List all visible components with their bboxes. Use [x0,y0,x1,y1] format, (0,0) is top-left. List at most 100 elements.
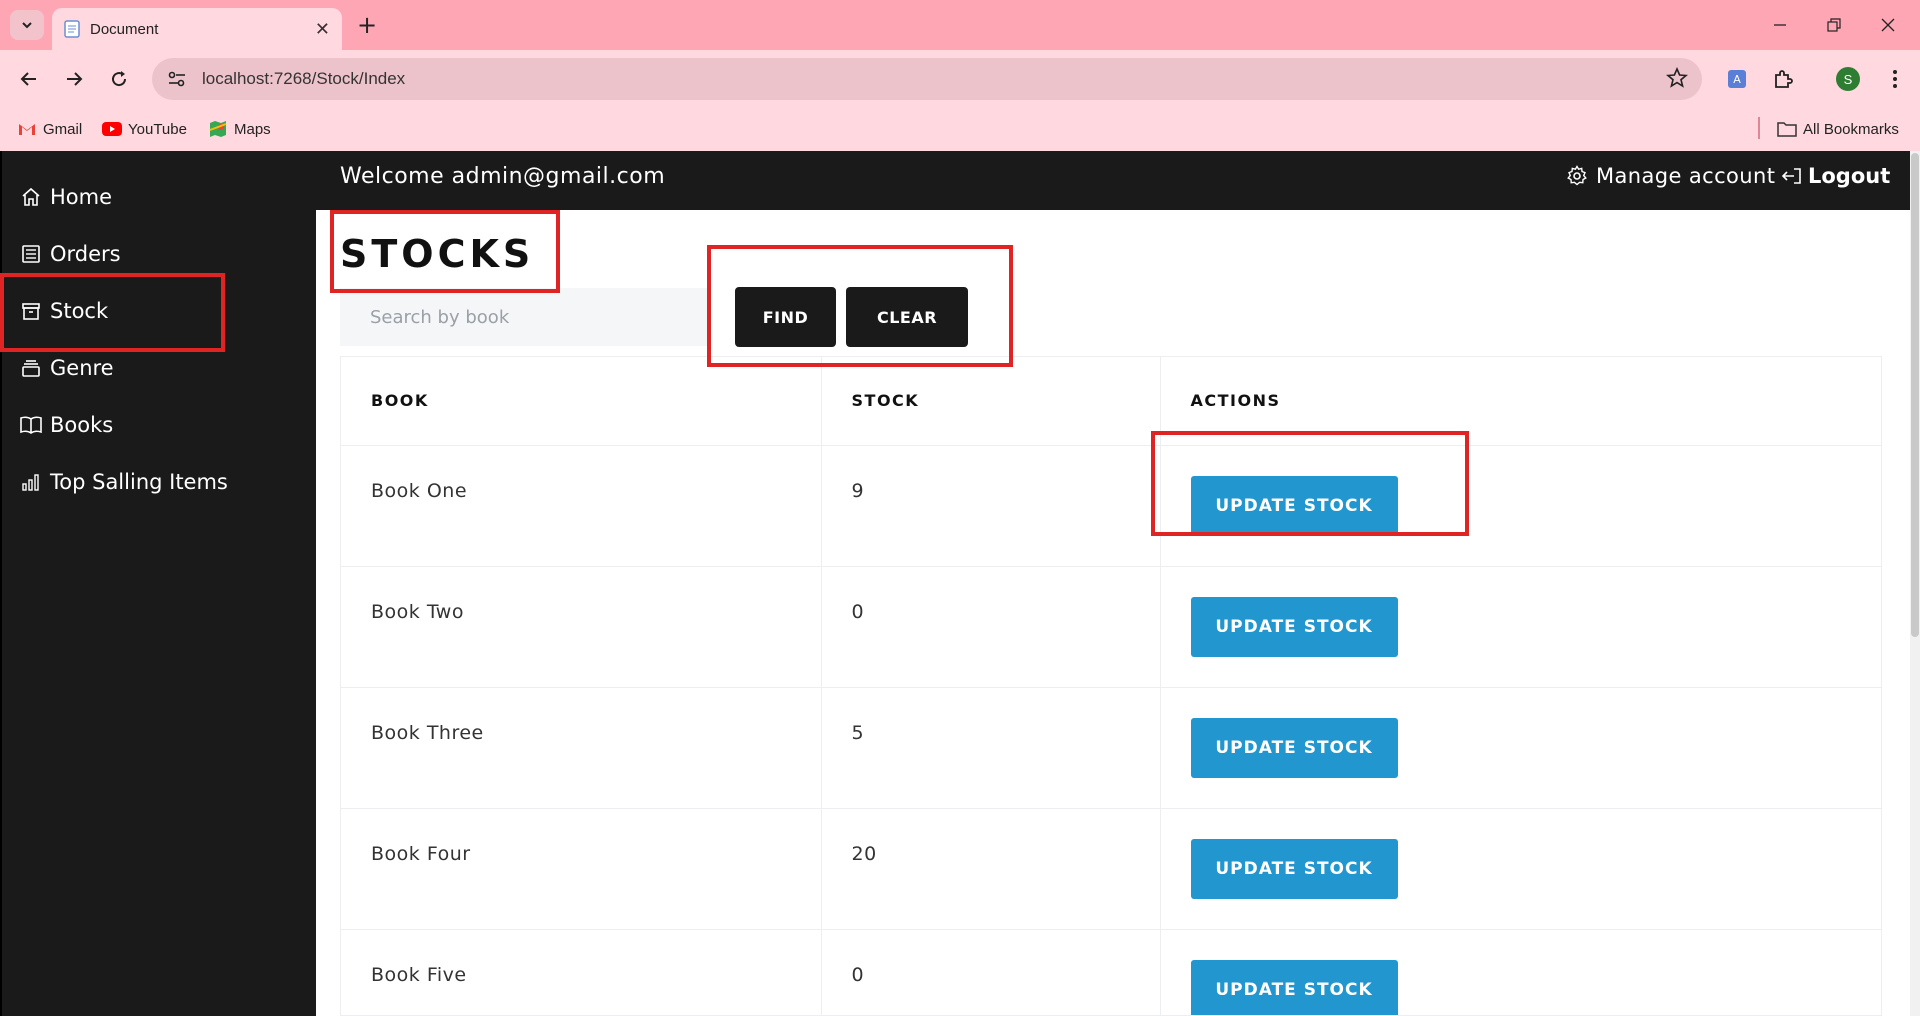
update-stock-button[interactable]: UPDATE STOCK [1190,717,1398,778]
close-window-button[interactable] [1868,10,1908,40]
table-row: Book Three 5 UPDATE STOCK [341,687,1881,809]
clear-button[interactable]: CLEAR [846,287,968,347]
all-bookmarks-button[interactable]: All Bookmarks [1777,115,1899,143]
url-text: localhost:7268/Stock/Index [202,69,406,88]
book-cell: Book Two [341,566,822,688]
table-row: Book Four 20 UPDATE STOCK [341,808,1881,930]
logout-link[interactable]: Logout [1780,164,1890,188]
sidebar-item-books[interactable]: Books [20,405,113,445]
sidebar-item-top-selling[interactable]: Top Salling Items [20,462,228,502]
chevron-down-icon [22,22,32,29]
stack-icon [20,357,42,379]
extension-button[interactable]: A [1720,62,1754,96]
sidebar-item-label: Genre [50,356,114,380]
scrollbar-thumb[interactable] [1911,153,1919,637]
site-settings-icon[interactable] [164,66,190,92]
table-row: Book Two 0 UPDATE STOCK [341,566,1881,688]
all-bookmarks-label: All Bookmarks [1803,120,1899,138]
manage-account-label: Manage account [1596,164,1776,188]
sidebar [0,151,316,1016]
sidebar-item-label: Top Salling Items [50,470,228,494]
book-cell: Book One [341,445,822,567]
sidebar-item-orders[interactable]: Orders [20,234,121,274]
book-cell: Book Four [341,808,822,930]
sidebar-item-genre[interactable]: Genre [20,348,114,388]
book-cell: Book Three [341,687,822,809]
close-tab-icon[interactable]: ✕ [315,19,330,40]
column-header-actions: ACTIONS [1160,357,1881,446]
bar-chart-icon [20,471,42,493]
youtube-icon [102,120,122,138]
bookmark-label: Maps [234,120,271,138]
bookmarks-bar [0,108,1920,151]
welcome-text: Welcome admin@gmail.com [340,164,666,189]
document-icon [64,20,80,38]
update-stock-button[interactable]: UPDATE STOCK [1190,475,1398,536]
book-cell: Book Five [341,929,822,1015]
bookmark-star-icon[interactable] [1665,66,1689,93]
arrow-right-icon [67,72,83,86]
table-row: Book Five 0 UPDATE STOCK [341,929,1881,1015]
bookmarks-separator [1758,117,1760,139]
restore-icon [1827,18,1841,32]
sidebar-item-home[interactable]: Home [20,177,112,217]
translate-extension-icon: A [1728,70,1746,88]
orders-icon [20,243,42,265]
stock-cell: 5 [821,687,1161,809]
sidebar-item-label: Books [50,413,114,437]
bookmark-label: Gmail [43,120,83,138]
bookmark-maps[interactable]: Maps [208,115,271,143]
search-input[interactable] [340,288,710,346]
extensions-menu-button[interactable] [1766,62,1800,96]
reload-button[interactable] [102,62,136,96]
bookmark-label: YouTube [128,120,187,138]
stock-cell: 0 [821,929,1161,1015]
gear-icon [1566,165,1588,187]
tab-title: Document [90,20,159,38]
profile-avatar[interactable]: S [1836,67,1860,91]
address-bar[interactable]: localhost:7268/Stock/Index [152,58,1702,100]
sidebar-item-stock[interactable]: Stock [20,291,108,331]
minimize-icon [1774,24,1786,26]
actions-cell: UPDATE STOCK [1160,687,1881,809]
table-header-row: BOOK STOCK ACTIONS [341,357,1881,446]
more-vertical-icon [1893,70,1897,88]
update-stock-button[interactable]: UPDATE STOCK [1190,838,1398,899]
book-icon [20,414,42,436]
stock-cell: 0 [821,566,1161,688]
sidebar-item-label: Stock [50,299,109,323]
arrow-left-icon [20,72,36,86]
back-button[interactable] [12,62,46,96]
actions-cell: UPDATE STOCK [1160,566,1881,688]
gmail-icon [17,120,37,138]
stock-table: BOOK STOCK ACTIONS Book One 9 UPDATE STO… [340,356,1882,1016]
tab-search-button[interactable] [10,10,44,40]
sidebar-item-label: Home [50,185,113,209]
close-icon [1881,18,1895,32]
home-icon [20,186,42,208]
logout-icon [1780,166,1802,186]
page-title: STOCKS [340,232,535,276]
maps-icon [208,120,228,138]
folder-icon [1777,120,1797,138]
column-header-stock: STOCK [821,357,1161,446]
sidebar-item-label: Orders [50,242,121,266]
table-row: Book One 9 UPDATE STOCK [341,445,1881,567]
minimize-button[interactable] [1760,10,1800,40]
browser-menu-button[interactable] [1878,62,1912,96]
logout-label: Logout [1808,164,1891,188]
actions-cell: UPDATE STOCK [1160,929,1881,1015]
find-button[interactable]: FIND [735,287,836,347]
archive-icon [20,300,42,322]
actions-cell: UPDATE STOCK [1160,808,1881,930]
update-stock-button[interactable]: UPDATE STOCK [1190,596,1398,657]
restore-button[interactable] [1814,10,1854,40]
manage-account-link[interactable]: Manage account [1566,164,1775,188]
bookmark-gmail[interactable]: Gmail [17,115,82,143]
bookmark-youtube[interactable]: YouTube [102,115,187,143]
update-stock-button[interactable]: UPDATE STOCK [1190,959,1398,1015]
reload-icon [112,71,127,87]
browser-tab[interactable]: Document ✕ [52,8,342,50]
forward-button[interactable] [57,62,91,96]
new-tab-button[interactable]: + [352,10,382,40]
